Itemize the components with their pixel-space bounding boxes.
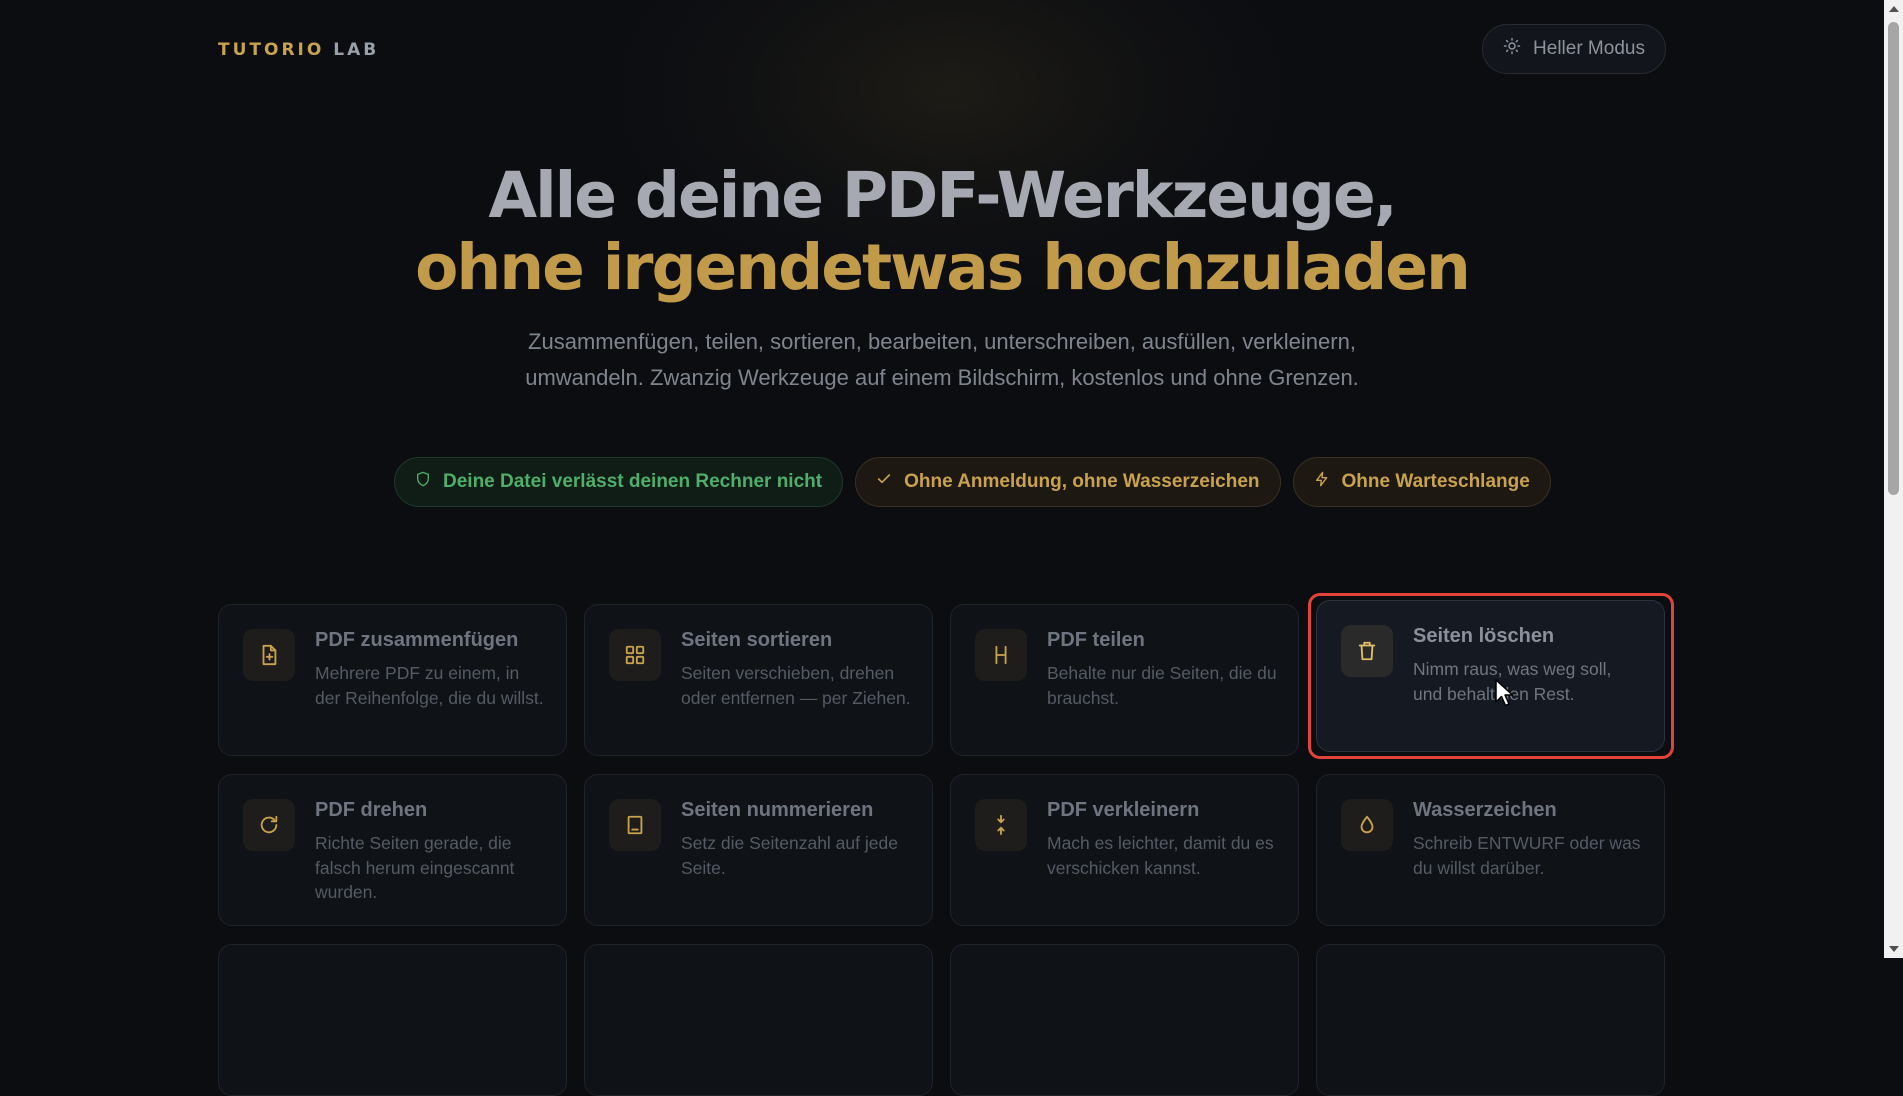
light-mode-label: Heller Modus bbox=[1533, 38, 1645, 59]
tool-card-partial[interactable] bbox=[1316, 944, 1665, 1096]
tool-description: Schreib ENTWURF oder was du willst darüb… bbox=[1413, 833, 1641, 878]
tool-title: PDF verkleinern bbox=[1047, 799, 1200, 821]
badge-privacy: Deine Datei verlässt deinen Rechner nich… bbox=[394, 457, 844, 507]
scroll-down-arrow-icon[interactable] bbox=[1889, 946, 1899, 952]
shield-icon bbox=[415, 471, 431, 493]
tool-title: Seiten nummerieren bbox=[681, 799, 874, 821]
tool-card-compress[interactable]: PDF verkleinern Mach es leichter, damit … bbox=[950, 774, 1299, 926]
mouse-cursor-icon bbox=[1494, 678, 1516, 713]
grid-icon bbox=[609, 629, 661, 681]
tool-title: PDF zusammenfügen bbox=[315, 629, 519, 651]
tool-card-partial[interactable] bbox=[218, 944, 567, 1096]
tool-card-split[interactable]: PDF teilen Behalte nur die Seiten, die d… bbox=[950, 604, 1299, 756]
tool-card-partial[interactable] bbox=[584, 944, 933, 1096]
feature-badges: Deine Datei verlässt deinen Rechner nich… bbox=[394, 457, 1551, 507]
tool-title: Seiten sortieren bbox=[681, 629, 833, 651]
tool-description: Setz die Seitenzahl auf jede Seite. bbox=[681, 833, 898, 878]
rotate-icon bbox=[243, 799, 295, 851]
light-mode-button[interactable]: Heller Modus bbox=[1482, 24, 1666, 74]
tool-description: Mach es leichter, damit du es verschicke… bbox=[1047, 833, 1274, 878]
tool-card-delete-pages[interactable]: Seiten löschen Nimm raus, was weg soll, … bbox=[1316, 600, 1665, 752]
logo-part-2: LAB bbox=[333, 40, 380, 60]
hero-subtitle: Zusammenfügen, teilen, sortieren, bearbe… bbox=[525, 329, 1359, 390]
tool-description: Richte Seiten gerade, die falsch herum e… bbox=[315, 833, 515, 902]
tool-card-partial[interactable] bbox=[950, 944, 1299, 1096]
hero-title-line-2: ohne irgendetwas hochzuladen bbox=[415, 231, 1471, 304]
badge-no-signup: Ohne Anmeldung, ohne Wasserzeichen bbox=[855, 457, 1281, 507]
tool-description: Behalte nur die Seiten, die du brauchst. bbox=[1047, 663, 1277, 708]
sun-icon bbox=[1503, 37, 1521, 61]
tool-title: PDF drehen bbox=[315, 799, 428, 821]
tool-title: PDF teilen bbox=[1047, 629, 1145, 651]
hero-title: Alle deine PDF-Werkzeuge, ohne irgendetw… bbox=[218, 160, 1666, 304]
tool-card-rotate[interactable]: PDF drehen Richte Seiten gerade, die fal… bbox=[218, 774, 567, 926]
logo[interactable]: TUTORIO LAB bbox=[218, 40, 379, 60]
badge-no-queue-label: Ohne Warteschlange bbox=[1341, 471, 1530, 492]
tool-description: Seiten verschieben, drehen oder entferne… bbox=[681, 663, 911, 708]
logo-part-1: TUTORIO bbox=[218, 40, 325, 60]
tool-card-watermark[interactable]: Wasserzeichen Schreib ENTWURF oder was d… bbox=[1316, 774, 1665, 926]
tool-title: Wasserzeichen bbox=[1413, 799, 1557, 821]
tool-card-number-pages[interactable]: Seiten nummerieren Setz die Seitenzahl a… bbox=[584, 774, 933, 926]
check-icon bbox=[876, 471, 892, 493]
file-plus-icon bbox=[243, 629, 295, 681]
scroll-up-arrow-icon[interactable] bbox=[1889, 6, 1899, 12]
tool-description: Mehrere PDF zu einem, in der Reihenfolge… bbox=[315, 663, 544, 708]
split-icon bbox=[975, 629, 1027, 681]
hero-section: Alle deine PDF-Werkzeuge, ohne irgendetw… bbox=[218, 160, 1666, 396]
tool-description: Nimm raus, was weg soll, und behalt den … bbox=[1413, 659, 1612, 704]
compress-icon bbox=[975, 799, 1027, 851]
page-container: TUTORIO LAB Heller Modus Alle deine PDF-… bbox=[218, 0, 1674, 1096]
tool-card-sort-pages[interactable]: Seiten sortieren Seiten verschieben, dre… bbox=[584, 604, 933, 756]
top-bar: TUTORIO LAB Heller Modus bbox=[218, 24, 1666, 76]
hero-title-line-1: Alle deine PDF-Werkzeuge, bbox=[488, 159, 1397, 232]
tool-title: Seiten löschen bbox=[1413, 625, 1555, 647]
scrollbar-thumb[interactable] bbox=[1888, 22, 1899, 495]
droplet-icon bbox=[1341, 799, 1393, 851]
vertical-scrollbar[interactable] bbox=[1884, 0, 1903, 958]
tool-card-merge[interactable]: PDF zusammenfügen Mehrere PDF zu einem, … bbox=[218, 604, 567, 756]
page-number-icon bbox=[609, 799, 661, 851]
trash-icon bbox=[1341, 625, 1393, 677]
badge-no-signup-label: Ohne Anmeldung, ohne Wasserzeichen bbox=[904, 471, 1260, 492]
badge-no-queue: Ohne Warteschlange bbox=[1292, 457, 1551, 507]
badge-privacy-label: Deine Datei verlässt deinen Rechner nich… bbox=[443, 471, 823, 492]
lightning-icon bbox=[1314, 470, 1330, 494]
